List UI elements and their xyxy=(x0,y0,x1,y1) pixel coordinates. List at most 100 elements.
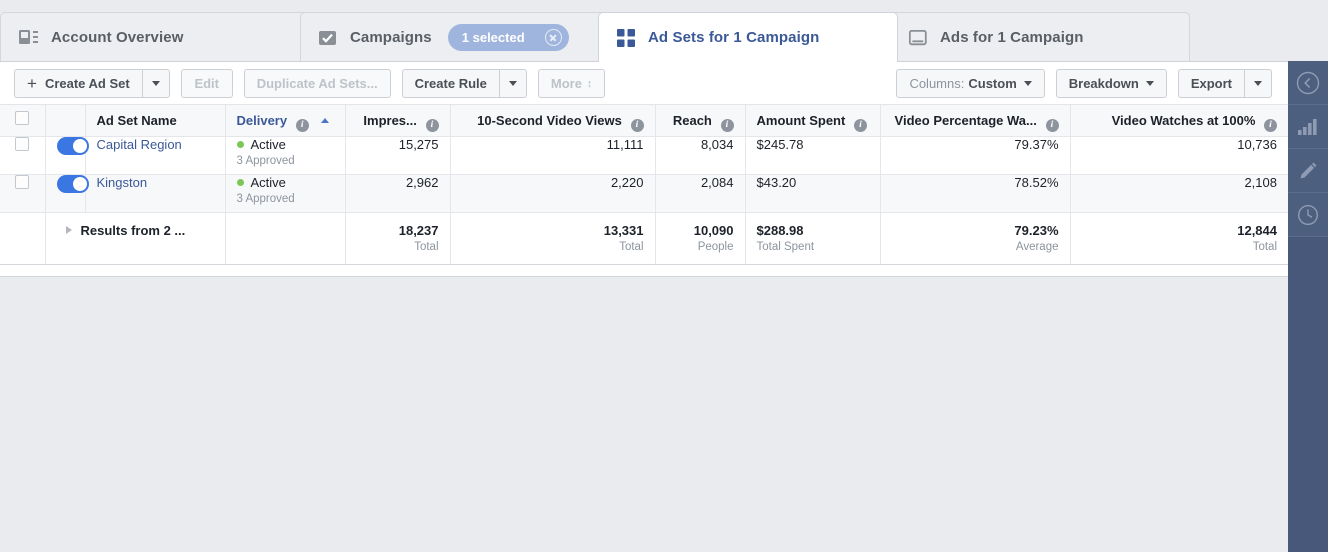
ad-set-name-link[interactable]: Capital Region xyxy=(97,137,182,152)
row-checkbox[interactable] xyxy=(15,175,30,189)
column-header-video-watches-100[interactable]: Video Watches at 100% i xyxy=(1070,105,1288,137)
totals-impressions-value: 18,237 xyxy=(398,223,439,238)
ad-set-name-link[interactable]: Kingston xyxy=(97,175,148,190)
tab-ads[interactable]: Ads for 1 Campaign xyxy=(890,12,1190,62)
create-rule-dropdown-button[interactable] xyxy=(498,69,527,98)
info-icon[interactable]: i xyxy=(1264,119,1277,132)
rail-history-button[interactable] xyxy=(1288,193,1328,237)
info-icon[interactable]: i xyxy=(425,119,439,132)
cell-video-percentage-watched: 78.52% xyxy=(880,174,1071,213)
tab-ad-sets[interactable]: Ad Sets for 1 Campaign xyxy=(598,12,898,62)
rail-chart-button[interactable] xyxy=(1288,105,1328,149)
info-icon[interactable]: i xyxy=(295,119,309,132)
table-header-row: Ad Set Name Delivery i Impres... i 10-Se… xyxy=(0,105,1288,137)
column-header-delivery[interactable]: Delivery i xyxy=(225,105,346,137)
status-label: Active xyxy=(250,175,286,190)
cell-amount-spent: $245.78 xyxy=(745,136,881,175)
totals-video-views: 13,331 Total xyxy=(450,212,656,265)
column-label-amount-spent: Amount Spent xyxy=(756,113,846,128)
clock-history-icon xyxy=(1297,204,1319,225)
table-row[interactable]: Kingston Active 3 Approved 2,962 2,220 2… xyxy=(0,174,1288,213)
column-label-video-views: 10-Second Video Views xyxy=(477,113,622,128)
tab-account-overview[interactable]: Account Overview xyxy=(0,12,330,62)
column-header-video-views[interactable]: 10-Second Video Views i xyxy=(450,105,656,137)
toolbar-right-group: Columns: Custom Breakdown Export xyxy=(896,69,1272,98)
row-select-cell[interactable] xyxy=(0,136,46,175)
table-row[interactable]: Capital Region Active 3 Approved 15,275 … xyxy=(0,136,1288,175)
ad-sets-panel: + Create Ad Set Edit Duplicate Ad Sets..… xyxy=(0,61,1288,277)
columns-label: Columns: xyxy=(909,76,965,91)
duplicate-ad-sets-button[interactable]: Duplicate Ad Sets... xyxy=(243,69,391,98)
info-icon[interactable]: i xyxy=(630,119,644,132)
column-header-ad-set-name[interactable]: Ad Set Name xyxy=(85,105,226,137)
ad-sets-grid-icon xyxy=(617,28,635,47)
chevron-down-icon xyxy=(1023,81,1032,86)
cell-ad-set-name[interactable]: Capital Region xyxy=(85,136,226,175)
column-label-delivery: Delivery xyxy=(236,113,288,128)
clear-selection-close-icon[interactable] xyxy=(544,29,562,46)
cell-impressions: 2,962 xyxy=(345,174,451,213)
chevron-down-icon xyxy=(508,81,517,86)
table-totals-row: Results from 2 ... 18,237 Total 13,331 T… xyxy=(0,212,1288,265)
column-header-impressions[interactable]: Impres... i xyxy=(345,105,451,137)
up-down-arrows-icon: ↕ xyxy=(586,77,593,90)
expand-triangle-icon[interactable] xyxy=(65,226,72,234)
info-icon[interactable]: i xyxy=(1045,119,1059,132)
create-rule-label: Create Rule xyxy=(414,76,487,91)
ad-set-status-toggle[interactable] xyxy=(56,137,89,155)
export-label: Export xyxy=(1190,76,1232,91)
totals-impressions: 18,237 Total xyxy=(345,212,451,265)
row-checkbox[interactable] xyxy=(15,137,30,151)
table-toolbar: + Create Ad Set Edit Duplicate Ad Sets..… xyxy=(0,62,1288,105)
status-badge: Active xyxy=(236,137,286,152)
column-header-video-percentage-watched[interactable]: Video Percentage Wa... i xyxy=(880,105,1071,137)
column-header-reach[interactable]: Reach i xyxy=(655,105,746,137)
status-dot-icon xyxy=(236,141,244,148)
column-label-video-percentage-watched: Video Percentage Wa... xyxy=(894,113,1037,128)
totals-watches-value: 12,844 xyxy=(1237,223,1277,238)
ad-sets-table: Ad Set Name Delivery i Impres... i 10-Se… xyxy=(0,105,1288,265)
row-select-cell[interactable] xyxy=(0,174,46,213)
row-toggle-cell[interactable] xyxy=(45,174,89,213)
cell-video-watches-100: 2,108 xyxy=(1070,174,1288,213)
status-subtext: 3 Approved xyxy=(236,193,295,205)
totals-amount-spent-label: Total Spent xyxy=(756,241,815,253)
row-toggle-cell[interactable] xyxy=(45,136,89,175)
campaigns-check-icon xyxy=(319,30,337,46)
ads-window-icon xyxy=(909,29,927,46)
create-ad-set-dropdown-button[interactable] xyxy=(141,69,170,98)
export-button[interactable]: Export xyxy=(1177,69,1244,98)
totals-pct-label: Average xyxy=(1015,241,1059,253)
totals-impressions-label: Total xyxy=(414,241,439,253)
ad-set-status-toggle[interactable] xyxy=(56,175,89,193)
create-ad-set-button[interactable]: + Create Ad Set xyxy=(14,69,142,98)
plus-icon: + xyxy=(27,74,37,93)
cell-ad-set-name[interactable]: Kingston xyxy=(85,174,226,213)
cell-reach: 2,084 xyxy=(655,174,746,213)
info-icon[interactable]: i xyxy=(720,119,734,132)
totals-expand-cell[interactable]: Results from 2 ... xyxy=(45,212,226,265)
edit-button[interactable]: Edit xyxy=(180,69,233,98)
selected-count-pill[interactable]: 1 selected xyxy=(447,24,569,51)
breakdown-button[interactable]: Breakdown xyxy=(1055,69,1167,98)
select-all-header[interactable] xyxy=(0,105,46,137)
columns-button[interactable]: Columns: Custom xyxy=(896,69,1045,98)
info-icon[interactable]: i xyxy=(853,119,867,132)
column-header-amount-spent[interactable]: Amount Spent i xyxy=(745,105,881,137)
rail-collapse-button[interactable] xyxy=(1288,61,1328,105)
totals-reach-value: 10,090 xyxy=(693,223,734,238)
selected-count-label: 1 selected xyxy=(461,30,525,45)
create-rule-button[interactable]: Create Rule xyxy=(401,69,499,98)
select-all-checkbox[interactable] xyxy=(15,111,30,125)
column-label-reach: Reach xyxy=(672,113,712,128)
totals-video-views-label: Total xyxy=(619,241,644,253)
export-dropdown-button[interactable] xyxy=(1244,69,1272,98)
create-ad-set-label: Create Ad Set xyxy=(44,76,130,91)
totals-delivery-cell xyxy=(225,212,346,265)
tab-campaigns[interactable]: Campaigns 1 selected xyxy=(300,12,610,62)
more-button[interactable]: More ↕ xyxy=(537,69,606,98)
breakdown-label: Breakdown xyxy=(1068,76,1139,91)
totals-reach: 10,090 People xyxy=(655,212,746,265)
totals-video-watches-100: 12,844 Total xyxy=(1070,212,1288,265)
rail-edit-button[interactable] xyxy=(1288,149,1328,193)
